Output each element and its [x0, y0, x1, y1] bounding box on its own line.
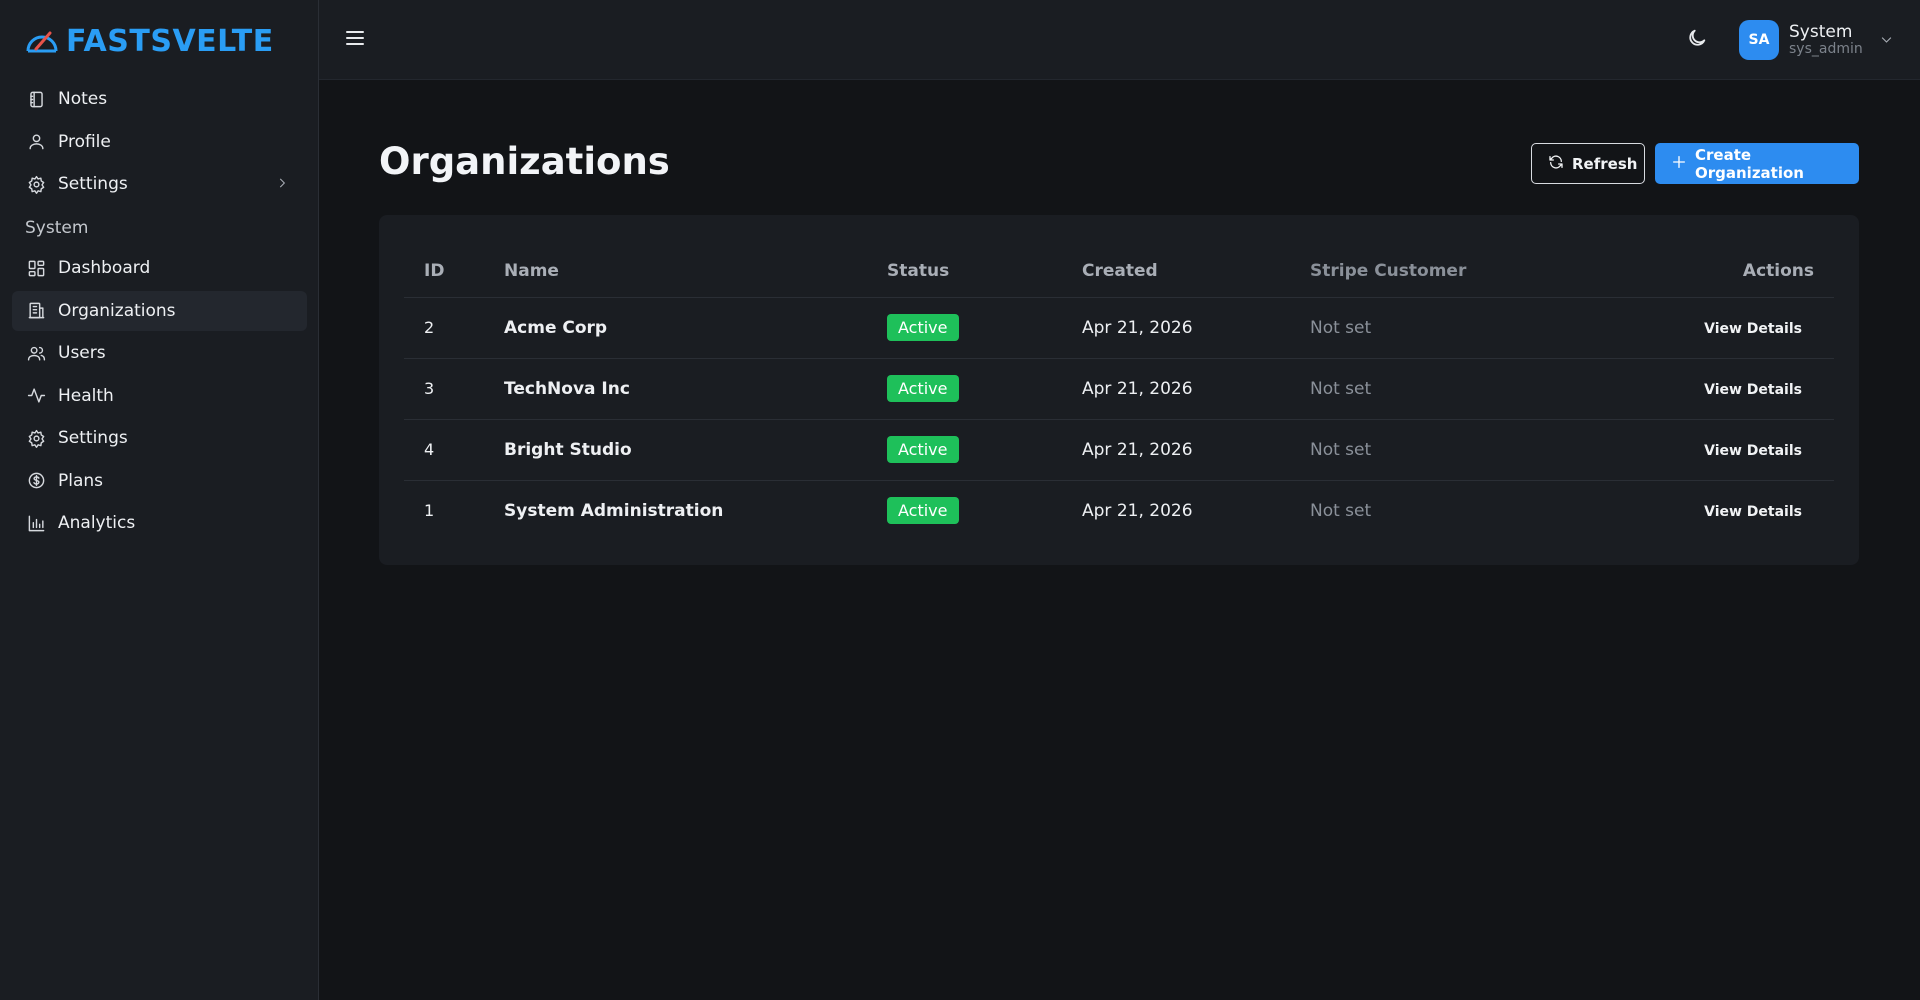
column-header-status[interactable]: Status — [887, 245, 1082, 298]
sidebar-item-system-settings[interactable]: Settings — [12, 418, 307, 458]
sidebar: FASTSVELTE Notes Profile Settings System… — [0, 0, 319, 1000]
sidebar-item-settings[interactable]: Settings — [12, 164, 307, 204]
notebook-icon — [26, 89, 46, 109]
gear-icon — [26, 174, 46, 194]
sidebar-item-plans[interactable]: Plans — [12, 461, 307, 501]
theme-toggle-moon-icon[interactable] — [1686, 27, 1710, 51]
cell-id: 3 — [404, 358, 504, 420]
sidebar-item-label: Health — [58, 385, 114, 406]
table-row[interactable]: 1 System Administration Active Apr 21, 2… — [404, 480, 1834, 541]
column-header-name[interactable]: Name — [504, 245, 887, 298]
cell-name: Bright Studio — [504, 419, 887, 481]
sidebar-item-dashboard[interactable]: Dashboard — [12, 248, 307, 288]
avatar: SA — [1739, 20, 1779, 60]
sidebar-item-label: Notes — [58, 89, 108, 109]
column-header-stripe-customer[interactable]: Stripe Customer — [1310, 245, 1610, 298]
table-row[interactable]: 2 Acme Corp Active Apr 21, 2026 Not set … — [404, 297, 1834, 359]
view-details-link[interactable]: View Details — [1704, 443, 1814, 459]
chevron-right-icon — [275, 175, 293, 193]
sidebar-item-profile[interactable]: Profile — [12, 122, 307, 162]
sidebar-item-label: Plans — [58, 470, 104, 491]
status-badge: Active — [887, 314, 959, 341]
organizations-table: ID Name Status Created Stripe Customer A… — [404, 245, 1834, 541]
sidebar-item-organizations[interactable]: Organizations — [12, 290, 307, 331]
column-header-created[interactable]: Created — [1082, 245, 1310, 298]
page-title: Organizations — [379, 140, 670, 183]
cell-name: Acme Corp — [504, 297, 887, 359]
cell-created: Apr 21, 2026 — [1082, 358, 1310, 420]
view-details-link[interactable]: View Details — [1704, 504, 1814, 520]
sidebar-nav: Notes Profile Settings System Dashboard … — [12, 79, 307, 546]
user-menu[interactable]: SA System sys_admin — [1739, 20, 1895, 60]
sidebar-item-label: Settings — [58, 428, 128, 448]
sidebar-item-label: Settings — [58, 174, 128, 194]
brand-logo[interactable]: FASTSVELTE — [24, 24, 274, 59]
user-handle: sys_admin — [1789, 40, 1863, 57]
dashboard-icon — [26, 258, 46, 278]
main-content: SA System sys_admin Organizations Refres… — [319, 0, 1920, 1000]
users-icon — [26, 343, 46, 363]
building-icon — [26, 301, 46, 321]
view-details-link[interactable]: View Details — [1704, 382, 1814, 398]
cell-id: 1 — [424, 501, 435, 521]
top-bar: SA System sys_admin — [319, 0, 1920, 80]
gear-icon — [26, 428, 46, 448]
refresh-label: Refresh — [1572, 154, 1638, 173]
chevron-down-icon — [1879, 32, 1895, 48]
sidebar-item-label: Profile — [58, 131, 111, 152]
activity-icon — [26, 386, 46, 406]
brand-name: FASTSVELTE — [66, 24, 274, 59]
cell-id: 4 — [404, 419, 504, 481]
column-header-id[interactable]: ID — [404, 245, 504, 298]
dollar-circle-icon — [26, 471, 46, 491]
speedometer-icon — [24, 25, 60, 59]
cell-created: Apr 21, 2026 — [1082, 419, 1310, 481]
cell-name: TechNova Inc — [504, 358, 887, 420]
cell-created: Apr 21, 2026 — [1082, 500, 1193, 521]
view-details-link[interactable]: View Details — [1704, 321, 1814, 337]
cell-stripe-customer: Not set — [1310, 500, 1372, 521]
create-organization-label: Create Organization — [1695, 145, 1804, 182]
bar-chart-icon — [26, 513, 46, 533]
organizations-card: ID Name Status Created Stripe Customer A… — [379, 215, 1859, 565]
cell-stripe-customer: Not set — [1310, 358, 1610, 420]
status-badge: Active — [887, 436, 959, 463]
sidebar-item-notes[interactable]: Notes — [12, 79, 307, 119]
status-badge: Active — [887, 375, 959, 402]
sidebar-item-users[interactable]: Users — [12, 333, 307, 373]
cell-created: Apr 21, 2026 — [1082, 297, 1310, 359]
table-header-row: ID Name Status Created Stripe Customer A… — [404, 245, 1834, 298]
user-name: System — [1789, 21, 1853, 42]
cell-id: 2 — [404, 297, 504, 359]
refresh-button[interactable]: Refresh — [1531, 143, 1645, 184]
sidebar-item-label: Analytics — [58, 513, 136, 533]
sidebar-item-analytics[interactable]: Analytics — [12, 503, 307, 543]
menu-toggle-icon[interactable] — [343, 26, 367, 50]
sidebar-section-system: System — [25, 218, 89, 238]
status-badge: Active — [887, 497, 959, 525]
sidebar-item-health[interactable]: Health — [12, 376, 307, 416]
sidebar-item-label: Organizations — [58, 300, 176, 321]
cell-stripe-customer: Not set — [1310, 297, 1610, 359]
plus-icon — [1671, 154, 1687, 174]
cell-name: System Administration — [504, 500, 724, 521]
refresh-icon — [1548, 154, 1564, 174]
sidebar-item-label: Users — [58, 343, 106, 363]
table-row[interactable]: 3 TechNova Inc Active Apr 21, 2026 Not s… — [404, 358, 1834, 420]
column-header-actions: Actions — [1610, 245, 1834, 298]
user-icon — [26, 132, 46, 152]
table-row[interactable]: 4 Bright Studio Active Apr 21, 2026 Not … — [404, 419, 1834, 481]
cell-stripe-customer: Not set — [1310, 419, 1610, 481]
create-organization-button[interactable]: Create Organization — [1655, 143, 1859, 184]
sidebar-item-label: Dashboard — [58, 258, 151, 278]
